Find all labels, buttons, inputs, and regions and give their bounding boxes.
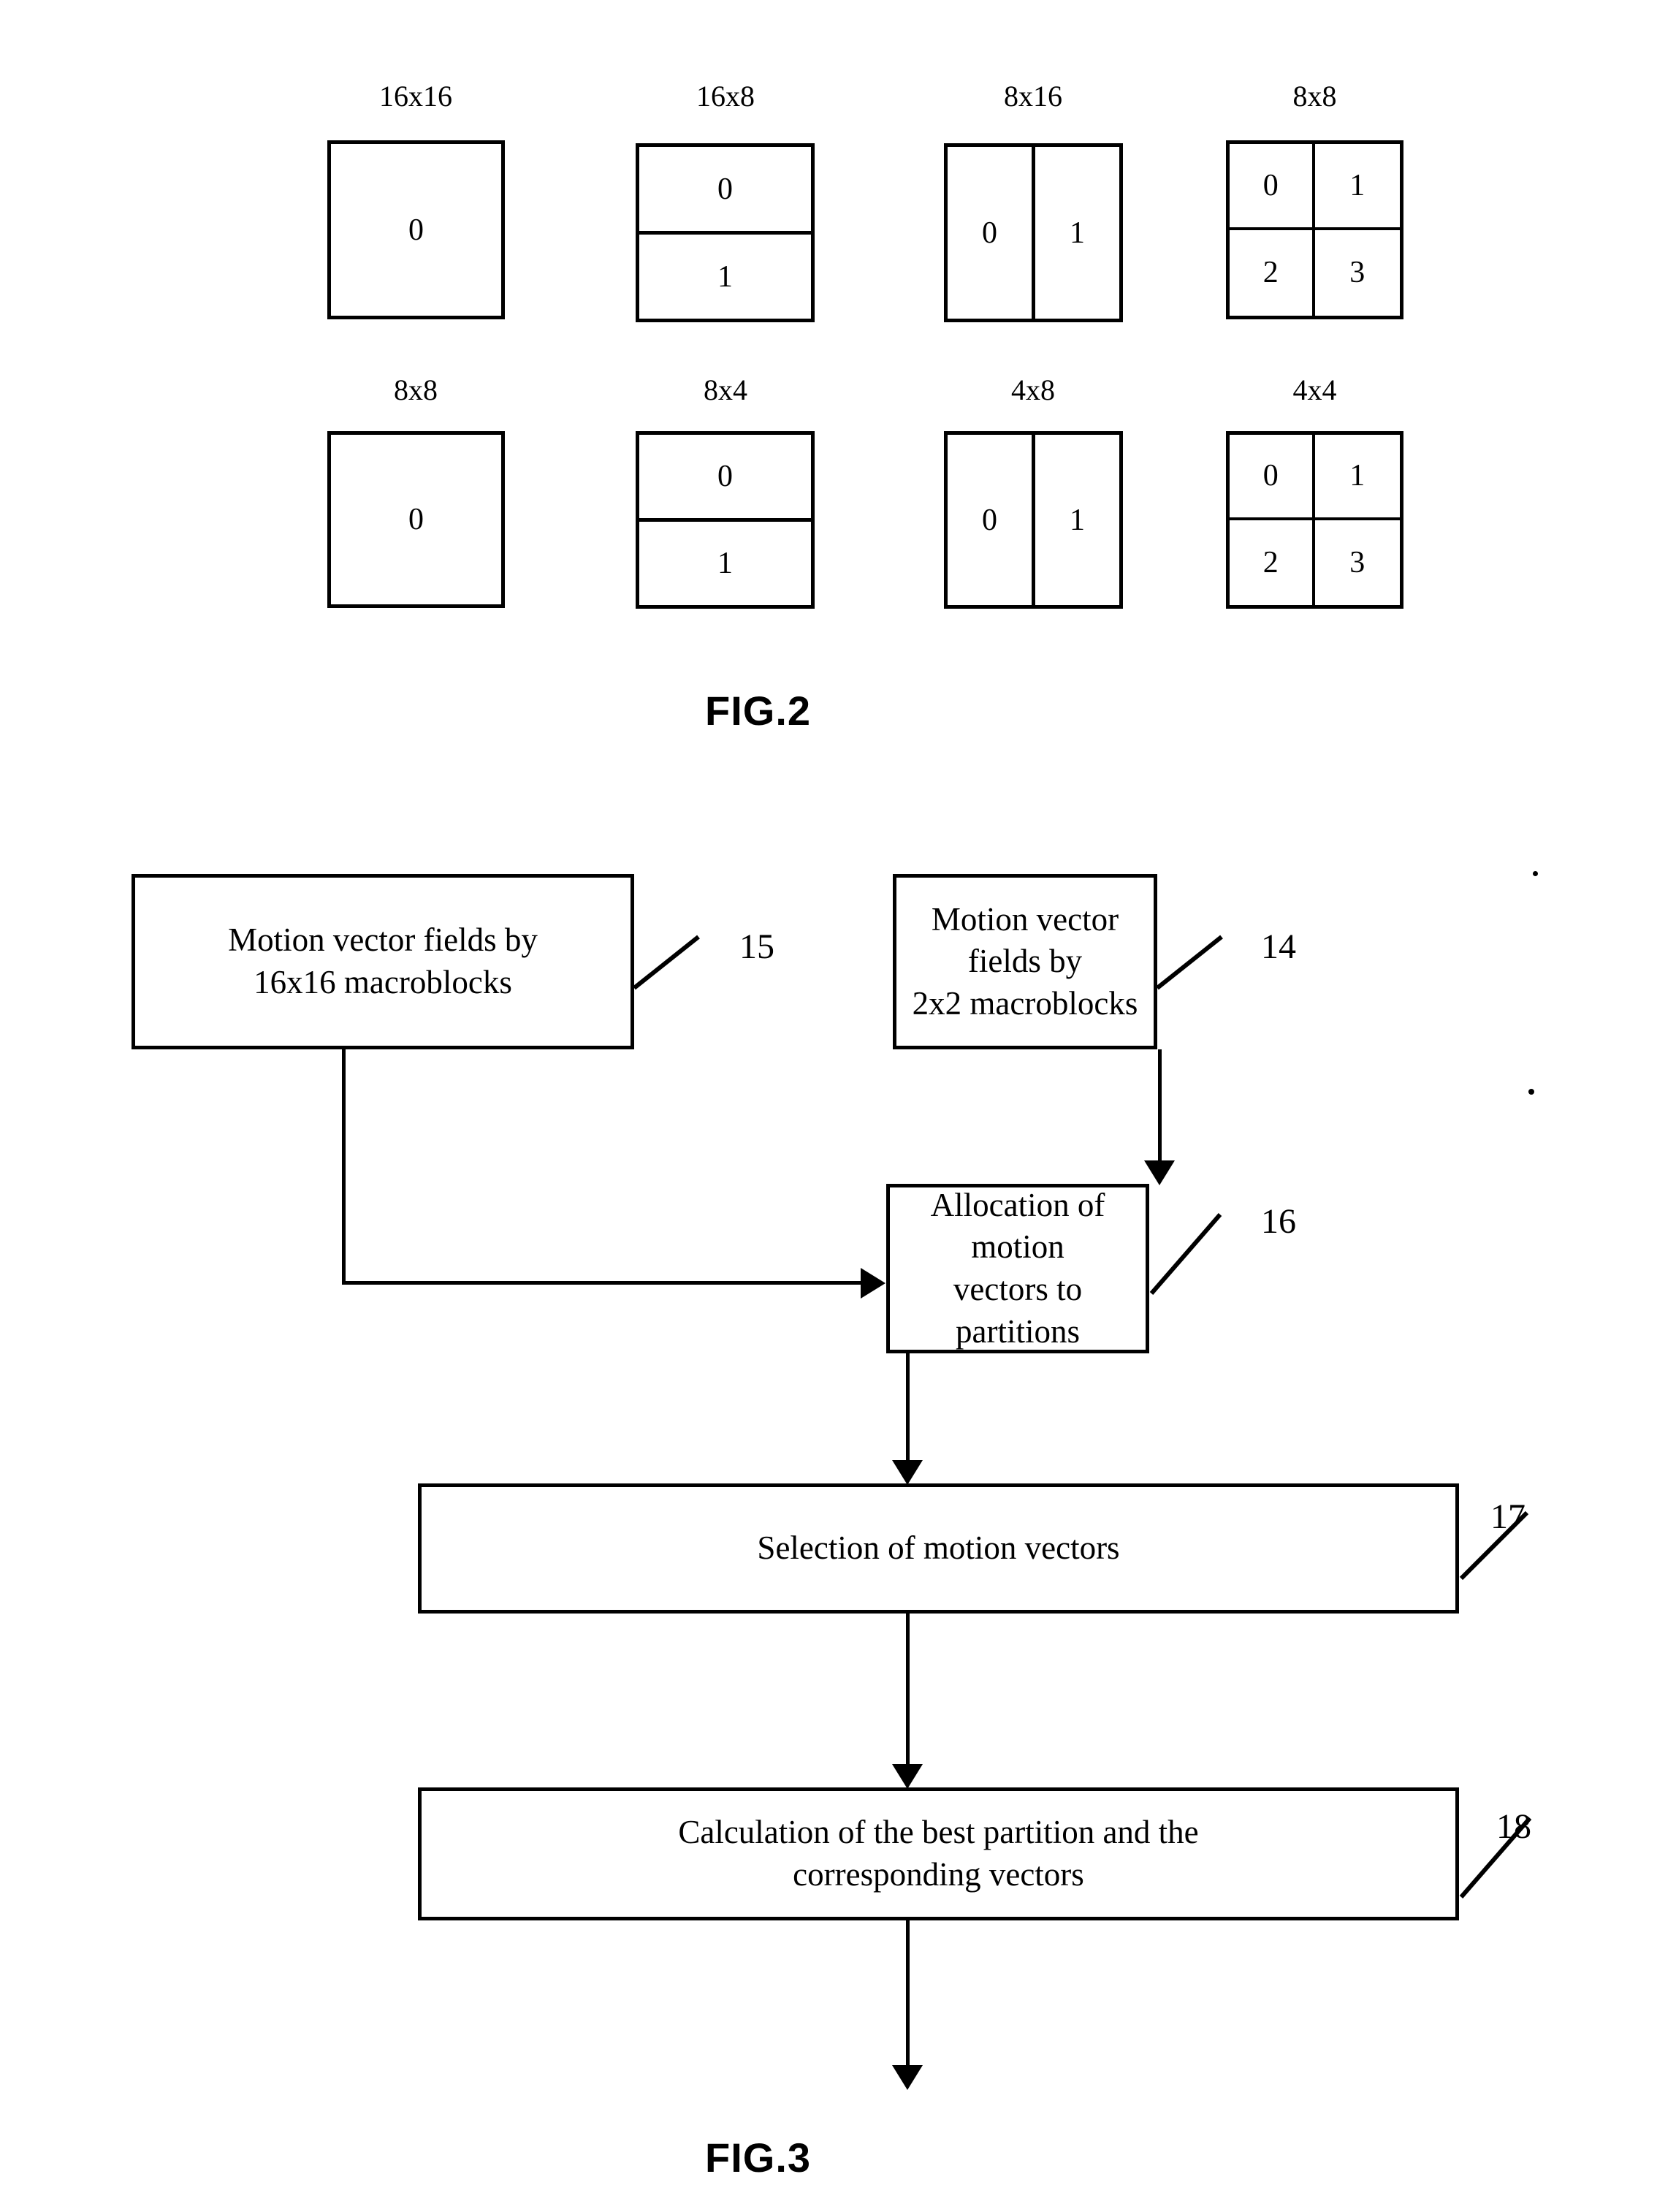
connector-18-output-line [906, 1920, 910, 2067]
reference-leader-14 [1156, 935, 1223, 990]
connector-18-output-arrowhead [892, 2065, 923, 2090]
reference-numeral-17: 17 [1490, 1497, 1525, 1536]
connector-17-to-18-arrowhead [892, 1764, 923, 1789]
flow-box-calculation-of-best-partition[interactable]: Calculation of the best partition and th… [418, 1787, 1459, 1920]
flow-box-label: Motion vector fields by 16x16 macroblock… [228, 921, 538, 1000]
connector-14-to-16-line [1158, 1049, 1162, 1160]
scan-speck [1533, 871, 1538, 876]
flow-box-motion-vector-fields-16x16[interactable]: Motion vector fields by 16x16 macroblock… [132, 874, 634, 1049]
connector-16-to-17-line [906, 1353, 910, 1462]
figure-3-caption: FIG.3 [705, 2135, 812, 2181]
patent-figure-sheet: 16x16 0 16x8 0 1 8x16 0 1 8x8 0 1 2 3 8x… [0, 0, 1676, 2212]
figure-3: Motion vector fields by 16x16 macroblock… [0, 0, 1676, 2212]
connector-17-to-18-line [906, 1614, 910, 1766]
reference-leader-16 [1149, 1213, 1222, 1295]
connector-15-to-16-horizontal [342, 1281, 861, 1285]
flow-box-label: Motion vector fields by 2x2 macroblocks [912, 900, 1138, 1022]
connector-15-to-16-vertical [342, 1049, 346, 1285]
flow-box-label: Selection of motion vectors [757, 1529, 1120, 1567]
flow-box-motion-vector-fields-2x2[interactable]: Motion vector fields by 2x2 macroblocks [893, 874, 1157, 1049]
reference-numeral-16: 16 [1261, 1202, 1296, 1241]
connector-14-to-16-arrowhead [1144, 1160, 1175, 1185]
reference-leader-15 [633, 935, 700, 990]
flow-box-selection-of-motion-vectors[interactable]: Selection of motion vectors [418, 1483, 1459, 1614]
flow-box-allocation-of-motion-vectors[interactable]: Allocation of motion vectors to partitio… [886, 1184, 1149, 1353]
reference-numeral-15: 15 [739, 927, 774, 966]
connector-15-to-16-arrowhead [861, 1268, 885, 1299]
scan-speck [1528, 1089, 1534, 1095]
connector-16-to-17-arrowhead [892, 1460, 923, 1485]
reference-numeral-18: 18 [1496, 1807, 1531, 1846]
reference-numeral-14: 14 [1261, 927, 1296, 966]
flow-box-label: Allocation of motion vectors to partitio… [930, 1186, 1105, 1350]
flow-box-label: Calculation of the best partition and th… [678, 1814, 1199, 1893]
